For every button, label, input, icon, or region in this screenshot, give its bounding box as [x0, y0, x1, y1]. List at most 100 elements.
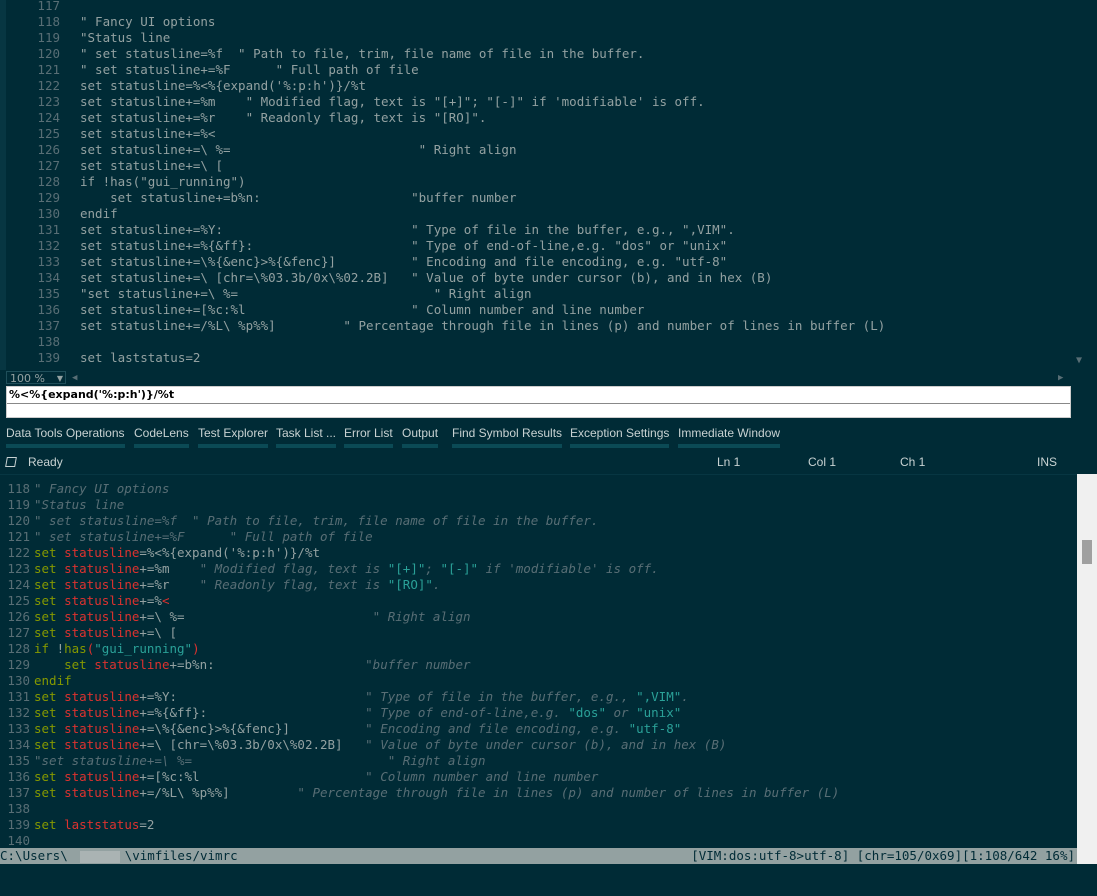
divider [7, 403, 1070, 404]
code-line: 122 set statusline=%<%{expand('%:p:h')}/%… [6, 78, 1070, 94]
tool-tab[interactable]: Error List [344, 426, 393, 448]
tab-underline [402, 444, 439, 448]
line-number: 134 [37, 270, 60, 285]
syntax-token: set [34, 769, 65, 784]
line-number: 139 [7, 817, 30, 832]
code-text: set statusline+=%r " Readonly flag, text… [80, 110, 487, 125]
tool-tab-label: Data Tools Operations [6, 426, 125, 440]
ide-status-bar: Ready Ln 1 Col 1 Ch 1 INS [0, 450, 1097, 474]
syntax-token: +=/%L\ %p%%] [139, 785, 298, 800]
syntax-token: " set statusline=%f " Path to file, trim… [34, 513, 599, 528]
line-number: 125 [37, 126, 60, 141]
code-line: 130 endif [6, 206, 1070, 222]
vim-line: 136 set statusline+=[%c:%l " Column numbe… [0, 769, 598, 785]
code-line: 134 set statusline+=\ [chr=\%03.3b/0x\%02… [6, 270, 1070, 286]
tool-tab[interactable]: Task List ... [276, 426, 337, 448]
syntax-token: or [606, 705, 637, 720]
code-text: set laststatus=2 [80, 350, 201, 365]
vim-vertical-scrollbar[interactable] [1077, 474, 1097, 848]
vim-line: 120 " set statusline=%f " Path to file, t… [0, 513, 598, 529]
line-number: 136 [37, 302, 60, 317]
syntax-token: ",VIM" [636, 689, 682, 704]
code-text: set statusline+=%m " Modified flag, text… [80, 94, 705, 109]
line-number: 124 [7, 577, 30, 592]
tool-tab-label: CodeLens [134, 426, 189, 440]
vim-line: 118 " Fancy UI options [0, 481, 169, 497]
scrollbar-thumb[interactable] [1082, 540, 1092, 564]
syntax-token: "buffer number [365, 657, 471, 672]
line-number: 127 [7, 625, 30, 640]
top-code-editor[interactable]: 117 118 " Fancy UI options 119 "Status line 1… [0, 0, 1097, 370]
zoom-dropdown[interactable]: 100 % ▼ [6, 371, 66, 385]
line-number: 127 [37, 158, 60, 173]
vim-command-line[interactable] [0, 864, 1097, 882]
vim-line: 128 if !has("gui_running") [0, 641, 199, 657]
syntax-token: statusline [64, 705, 140, 720]
syntax-token: +=%{&ff}: [139, 705, 366, 720]
syntax-token: " Encoding and file encoding, e.g. [365, 721, 629, 736]
line-number: 119 [37, 30, 60, 45]
code-line: 132 set statusline+=%{&ff}: " Type of end… [6, 238, 1070, 254]
vim-line: 126 set statusline+=\ %= " Right align [0, 609, 470, 625]
code-line: 128 if !has("gui_running") [6, 174, 1070, 190]
line-number: 118 [7, 481, 30, 496]
scroll-down-icon[interactable]: ▼ [1076, 355, 1082, 366]
line-number: 133 [7, 721, 30, 736]
vim-line: 138 [0, 801, 34, 817]
line-number: 138 [37, 334, 60, 349]
vim-line: 129 set statusline+=b%n: "buffer number [0, 657, 471, 673]
tab-underline [134, 444, 189, 448]
line-number: 132 [7, 705, 30, 720]
code-line: 136 set statusline+=[%c:%l " Column numbe… [6, 302, 1070, 318]
code-line: 133 set statusline+=\%{&enc}>%{&fenc}] " … [6, 254, 1070, 270]
syntax-token: +=b%n: [169, 657, 366, 672]
syntax-token: +=\ [ [139, 625, 178, 640]
chevron-down-icon: ▼ [56, 374, 63, 383]
syntax-token: "dos" [568, 705, 606, 720]
redacted-username [79, 850, 120, 863]
tool-tab-label: Immediate Window [678, 426, 781, 440]
top-vertical-scrollbar[interactable]: ▼ [1072, 0, 1097, 370]
line-number: 117 [37, 0, 60, 13]
tool-tab[interactable]: Test Explorer [198, 426, 269, 448]
tab-underline [276, 444, 337, 448]
syntax-token: +=[%c:%l [139, 769, 366, 784]
scroll-left-icon[interactable]: ◀ [72, 370, 77, 386]
tab-underline [344, 444, 393, 448]
tool-tab[interactable]: Exception Settings [570, 426, 670, 448]
tool-tab[interactable]: Data Tools Operations [6, 426, 125, 448]
tool-tab[interactable]: Immediate Window [678, 426, 781, 448]
syntax-token: " Percentage through file in lines (p) a… [297, 785, 840, 800]
code-text: " Fancy UI options [80, 14, 216, 29]
code-line: 135 "set statusline+=\ %= " Right align [6, 286, 1070, 302]
tool-tab[interactable]: Find Symbol Results [452, 426, 563, 448]
line-number: 134 [7, 737, 30, 752]
vim-line: 140 [0, 833, 34, 849]
line-number: 122 [7, 545, 30, 560]
vim-terminal-editor[interactable]: 118 " Fancy UI options 119 "Status line 120 "… [0, 474, 1077, 849]
syntax-token: statusline [64, 593, 140, 608]
status-column: Col 1 [808, 455, 837, 469]
code-text: set statusline+=%Y: " Type of file in th… [80, 222, 735, 237]
code-text: set statusline+=\ [ [80, 158, 223, 173]
tool-tab-label: Test Explorer [198, 426, 269, 440]
line-number: 120 [7, 513, 30, 528]
line-number: 129 [37, 190, 60, 205]
syntax-token: "[RO]" [387, 577, 433, 592]
status-ready: Ready [28, 455, 63, 469]
tool-tab[interactable]: CodeLens [134, 426, 189, 448]
syntax-token: laststatus [64, 817, 140, 832]
syntax-token: if 'modifiable' is off. [478, 561, 659, 576]
line-number: 122 [37, 78, 60, 93]
tool-tab[interactable]: Output [402, 426, 439, 448]
syntax-token: set [34, 625, 65, 640]
line-number: 128 [7, 641, 30, 656]
syntax-token: +=\ [chr=\%03.3b/0x\%02.2B] [139, 737, 366, 752]
syntax-token: set [34, 577, 65, 592]
line-number: 137 [37, 318, 60, 333]
scroll-right-icon[interactable]: ▶ [1058, 370, 1063, 386]
syntax-token: has [64, 641, 87, 656]
syntax-token: set [34, 561, 65, 576]
find-input[interactable]: %<%{expand('%:p:h')}/%t [9, 388, 909, 402]
vim-statusline: C:\Users\ \vimfiles/vimrc [VIM:dos:utf-8>… [0, 848, 1077, 864]
